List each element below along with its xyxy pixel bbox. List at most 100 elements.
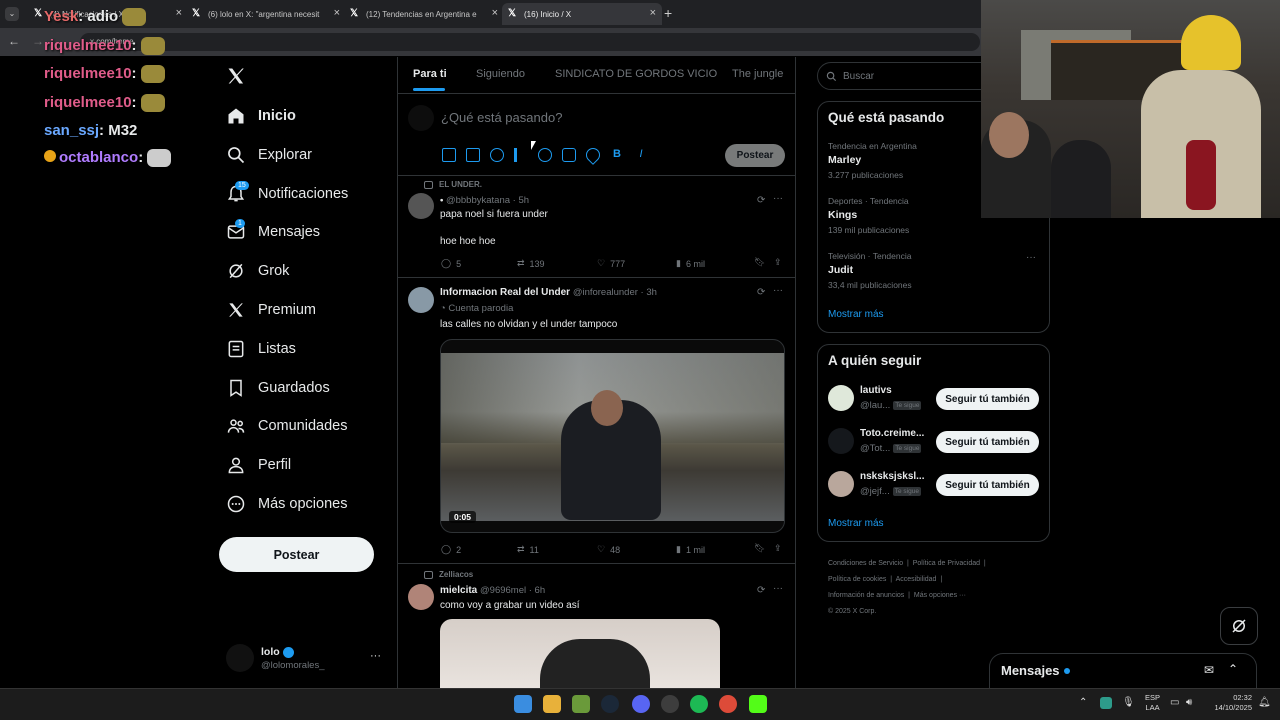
more-icon[interactable]: ··· bbox=[773, 583, 783, 594]
like-action[interactable]: ♡ 48 bbox=[597, 544, 620, 555]
chrome-icon[interactable] bbox=[719, 695, 737, 713]
share-icon[interactable]: ⇪ bbox=[774, 257, 782, 268]
reply-action[interactable]: ◯ 2 bbox=[441, 544, 461, 555]
emoji-icon[interactable] bbox=[538, 148, 552, 162]
grok-float-button[interactable] bbox=[1220, 607, 1258, 645]
nav-item-grok[interactable]: Grok bbox=[226, 257, 289, 285]
grok-icon[interactable]: ⟳ bbox=[757, 585, 765, 596]
bookmark-icon[interactable]: 🔖︎ bbox=[754, 543, 765, 554]
expand-icon[interactable]: ⌃ bbox=[1228, 662, 1238, 676]
follow-show-more[interactable]: Mostrar más bbox=[828, 518, 884, 529]
follow-back-button[interactable]: Seguir tú también bbox=[936, 431, 1039, 453]
nav-label: Grok bbox=[258, 263, 290, 279]
close-tab-icon[interactable]: × bbox=[650, 7, 656, 19]
footer-link[interactable]: Política de cookies bbox=[828, 576, 886, 583]
new-message-icon[interactable]: ✉ bbox=[1204, 663, 1214, 677]
views-action[interactable]: ▮ 6 mil bbox=[676, 258, 705, 269]
browser-tab-active[interactable]: 𝕏 (16) Inicio / X × bbox=[502, 3, 662, 25]
grok-icon[interactable] bbox=[490, 148, 504, 162]
tab-siguiendo[interactable]: Siguiendo bbox=[476, 68, 525, 80]
follow-suggestion[interactable]: nsksksjsksl... @jejf... Te sigue Seguir t… bbox=[828, 470, 1040, 500]
image-icon[interactable] bbox=[442, 148, 456, 162]
app-icon[interactable] bbox=[572, 695, 590, 713]
like-action[interactable]: ♡ 777 bbox=[597, 258, 625, 269]
post-button[interactable]: Postear bbox=[219, 537, 374, 572]
more-icon[interactable]: ··· bbox=[1026, 252, 1036, 263]
nav-item-inicio[interactable]: Inicio bbox=[226, 102, 296, 130]
tab-sindicato[interactable]: SINDICATO DE GORDOS VICIO bbox=[555, 68, 717, 80]
grok-icon[interactable]: ⟳ bbox=[757, 287, 765, 298]
more-icon[interactable]: ··· bbox=[773, 193, 783, 204]
messages-drawer[interactable]: Mensajes ✉ ⌃ bbox=[989, 653, 1257, 688]
volume-icon[interactable]: 🔊︎ bbox=[1186, 697, 1192, 708]
poll-icon[interactable] bbox=[514, 148, 528, 162]
footer-link[interactable]: Más opciones ··· bbox=[914, 592, 966, 599]
network-icon[interactable]: ▭ bbox=[1170, 697, 1179, 708]
footer-link[interactable]: Política de Privacidad bbox=[913, 560, 980, 567]
views-action[interactable]: ▮ 1 mil bbox=[676, 544, 705, 555]
notification-center-icon[interactable]: 🔔︎ bbox=[1258, 697, 1271, 708]
search-input[interactable]: Buscar bbox=[817, 62, 997, 90]
forward-icon[interactable]: → bbox=[32, 34, 44, 48]
tray-overflow-icon[interactable]: ⌃ bbox=[1079, 697, 1087, 708]
steam-icon[interactable] bbox=[601, 695, 619, 713]
bookmark-icon[interactable]: 🔖︎ bbox=[754, 257, 765, 268]
microphone-icon[interactable]: 🎙︎ bbox=[1122, 697, 1135, 708]
discord-icon[interactable] bbox=[632, 695, 650, 713]
footer-link[interactable]: Información de anuncios bbox=[828, 592, 904, 599]
share-icon[interactable]: ⇪ bbox=[774, 543, 782, 554]
bold-icon[interactable]: B bbox=[610, 148, 624, 162]
compose-input[interactable]: ¿Qué está pasando? bbox=[441, 110, 562, 125]
repost-action[interactable]: ⇄ 11 bbox=[517, 544, 539, 555]
tab-list-chevron-icon[interactable]: ⌄ bbox=[5, 7, 19, 21]
nav-item-comunidades[interactable]: Comunidades bbox=[226, 412, 347, 440]
account-switcher[interactable]: lolo @lolomorales_ ··· bbox=[226, 644, 386, 674]
windows-start-icon[interactable] bbox=[514, 695, 532, 713]
tab-para-ti[interactable]: Para ti bbox=[413, 68, 447, 80]
repost-action[interactable]: ⇄ 139 bbox=[517, 258, 545, 269]
location-icon[interactable] bbox=[583, 145, 603, 165]
close-tab-icon[interactable]: × bbox=[492, 7, 498, 19]
follow-suggestion[interactable]: Toto.creime... @Tot... Te sigue Seguir tú… bbox=[828, 427, 1040, 457]
footer-link[interactable]: Accesibilidad bbox=[896, 576, 937, 583]
nav-item-premium[interactable]: Premium bbox=[226, 296, 316, 324]
browser-tab[interactable]: 𝕏 (12) Tendencias en Argentina e × bbox=[344, 3, 504, 25]
schedule-icon[interactable] bbox=[562, 148, 576, 162]
italic-icon[interactable]: I bbox=[634, 148, 648, 162]
browser-tab[interactable]: 𝕏 (6) lolo en X: "argentina necesit × bbox=[186, 3, 346, 25]
trends-show-more[interactable]: Mostrar más bbox=[828, 309, 884, 320]
nav-item-explorar[interactable]: Explorar bbox=[226, 141, 312, 169]
nav-item-listas[interactable]: Listas bbox=[226, 335, 296, 363]
nav-item-guardados[interactable]: Guardados bbox=[226, 374, 330, 402]
tab-the-jungle[interactable]: The jungle bbox=[732, 68, 783, 80]
kick-icon[interactable] bbox=[749, 695, 767, 713]
compose-post-button[interactable]: Postear bbox=[725, 144, 785, 167]
gif-icon[interactable] bbox=[466, 148, 480, 162]
grok-icon[interactable]: ⟳ bbox=[757, 195, 765, 206]
x-logo-icon[interactable] bbox=[226, 66, 246, 86]
back-icon[interactable]: ← bbox=[8, 34, 20, 48]
nav-item-notificaciones[interactable]: 15 Notificaciones bbox=[226, 180, 348, 208]
more-icon[interactable]: ··· bbox=[773, 285, 783, 296]
nav-item-mas-opciones[interactable]: Más opciones bbox=[226, 490, 347, 518]
spotify-icon[interactable] bbox=[690, 695, 708, 713]
video-player[interactable]: 0:05 bbox=[440, 339, 785, 533]
follow-back-button[interactable]: Seguir tú también bbox=[936, 388, 1039, 410]
nav-item-perfil[interactable]: Perfil bbox=[226, 451, 291, 479]
nav-item-mensajes[interactable]: 1 Mensajes bbox=[226, 218, 320, 246]
file-explorer-icon[interactable] bbox=[543, 695, 561, 713]
new-tab-icon[interactable]: + bbox=[664, 5, 672, 21]
clock[interactable]: 02:32 14/10/2025 bbox=[1206, 693, 1252, 713]
tray-app-icon[interactable] bbox=[1100, 697, 1112, 709]
close-tab-icon[interactable]: × bbox=[176, 7, 182, 19]
footer-link[interactable]: Condiciones de Servicio bbox=[828, 560, 903, 567]
address-bar[interactable]: x.com/home bbox=[80, 33, 980, 51]
language-indicator[interactable]: ESP LAA bbox=[1145, 693, 1160, 713]
trend-item[interactable]: Televisión · Tendencia Judit 33,4 mil pu… bbox=[828, 251, 1040, 295]
follow-back-button[interactable]: Seguir tú también bbox=[936, 474, 1039, 496]
reply-action[interactable]: ◯ 5 bbox=[441, 258, 461, 269]
close-tab-icon[interactable]: × bbox=[334, 7, 340, 19]
tweet-image[interactable] bbox=[440, 619, 720, 688]
obs-icon[interactable] bbox=[661, 695, 679, 713]
follow-suggestion[interactable]: lautivs @lau... Te sigue Seguir tú tambié… bbox=[828, 384, 1040, 414]
